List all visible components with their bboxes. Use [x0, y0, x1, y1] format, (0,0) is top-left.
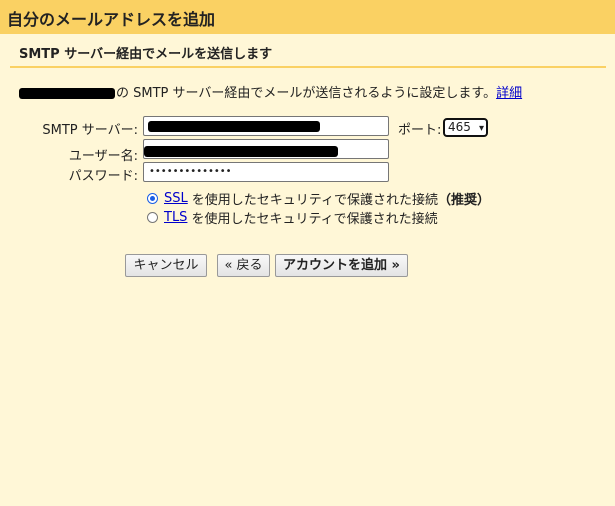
chevron-down-icon: ▾ — [478, 123, 484, 134]
divider — [10, 66, 606, 68]
redacted-smtp-server — [148, 121, 320, 132]
ssl-option[interactable]: SSL を使用したセキュリティで保護された接続 （推奨） — [147, 189, 490, 208]
dialog-title: 自分のメールアドレスを追加 — [0, 0, 615, 34]
ssl-text: を使用したセキュリティで保護された接続 — [191, 193, 438, 208]
section-subtitle: SMTP サーバー経由でメールを送信します — [19, 47, 273, 62]
username-input[interactable] — [143, 139, 389, 159]
back-button[interactable]: « 戻る — [217, 254, 270, 277]
tls-link[interactable]: TLS — [164, 210, 187, 225]
smtp-server-input[interactable] — [143, 116, 389, 136]
port-label: ポート: — [398, 123, 442, 138]
username-label: ユーザー名: — [68, 149, 138, 164]
password-input[interactable]: •••••••••••••• — [143, 162, 389, 182]
intro-text: の SMTP サーバー経由でメールが送信されるように設定します。 — [116, 86, 497, 101]
redacted-username — [144, 146, 338, 157]
ssl-radio[interactable] — [147, 193, 158, 204]
tls-radio[interactable] — [147, 212, 158, 223]
password-label: パスワード: — [68, 169, 138, 184]
add-account-button[interactable]: アカウントを追加 » — [275, 254, 408, 277]
port-value: 465 — [448, 120, 471, 134]
password-value: •••••••••••••• — [149, 166, 232, 177]
ssl-recommended: （推奨） — [437, 193, 490, 208]
intro-line: の SMTP サーバー経由でメールが送信されるように設定します。詳細 — [19, 82, 522, 101]
ssl-link[interactable]: SSL — [164, 191, 188, 206]
port-select[interactable]: 465 ▾ — [443, 118, 488, 137]
smtp-server-label: SMTP サーバー: — [42, 123, 138, 138]
tls-text: を使用したセキュリティで保護された接続 — [191, 212, 438, 227]
cancel-button[interactable]: キャンセル — [125, 254, 207, 277]
tls-option[interactable]: TLS を使用したセキュリティで保護された接続 — [147, 208, 438, 227]
redacted-email — [19, 88, 115, 99]
details-link[interactable]: 詳細 — [496, 86, 522, 101]
